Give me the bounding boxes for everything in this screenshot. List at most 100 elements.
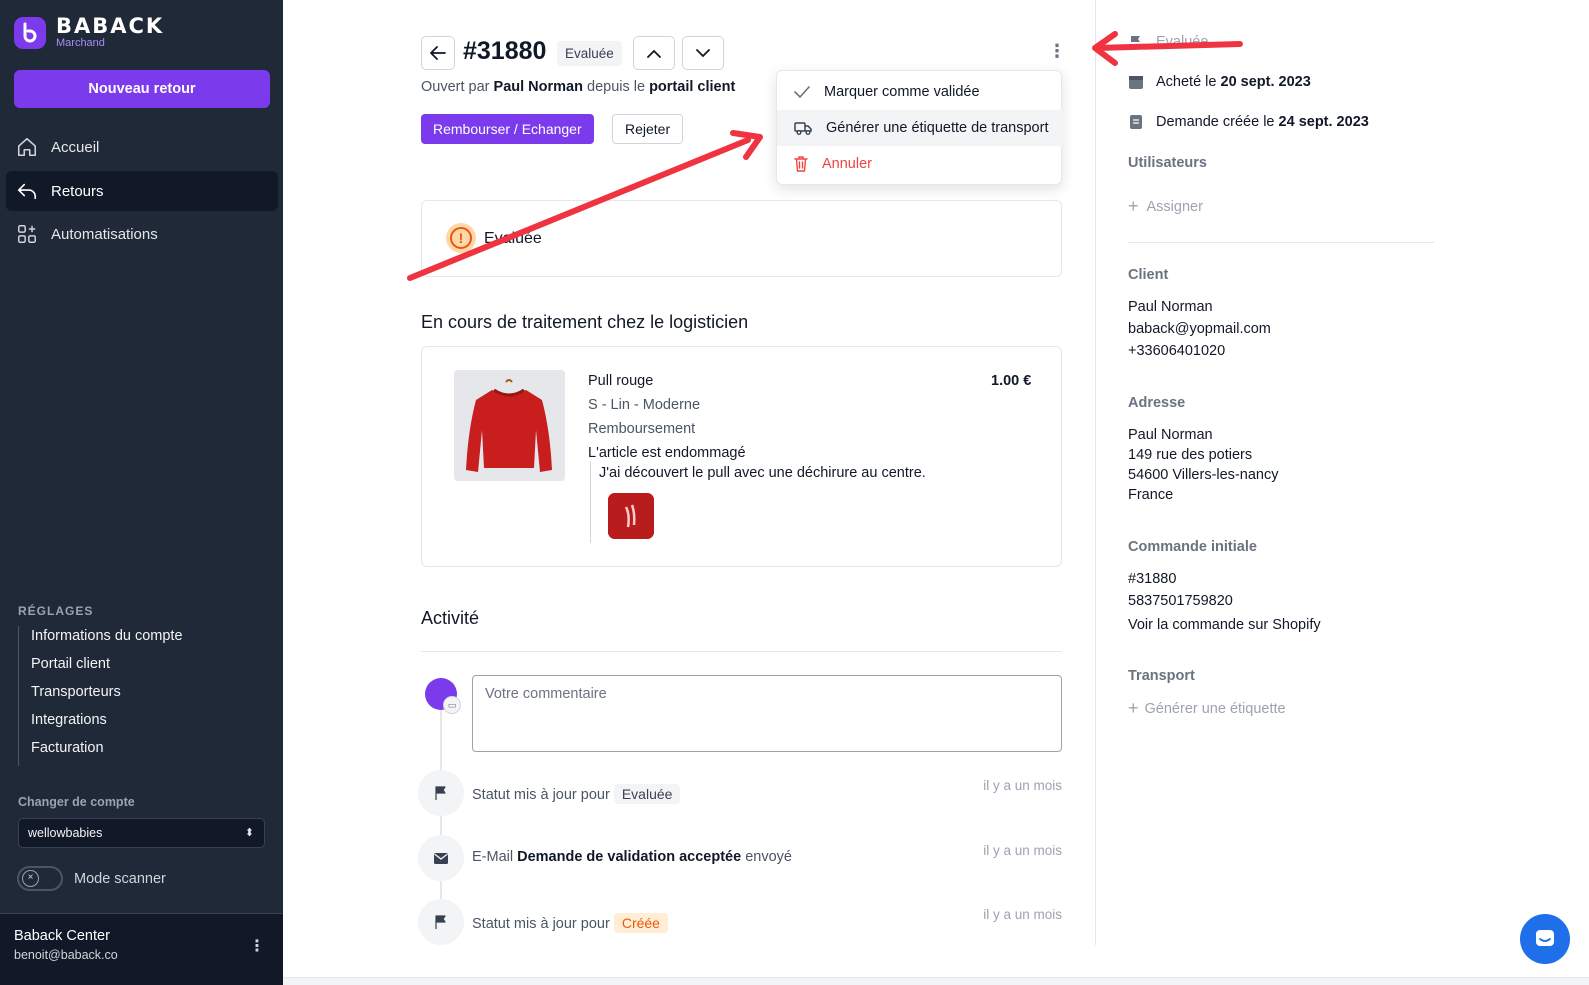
next-order-button[interactable] [682, 36, 724, 70]
menu-item-label: Générer une étiquette de transport [826, 120, 1049, 136]
brand-logo[interactable]: BABACK Marchand [14, 16, 164, 49]
item-comment-text: J'ai découvert le pull avec une déchirur… [599, 465, 926, 481]
account-select-value: wellowbabies [28, 826, 103, 840]
user-name: Baback Center [14, 928, 110, 944]
item-variant: S - Lin - Moderne [588, 397, 701, 413]
rp-created-prefix: Demande créée le [1156, 114, 1275, 130]
opened-source: portail client [649, 79, 736, 95]
order-heading: Commande initiale [1128, 539, 1257, 555]
chat-support-button[interactable] [1520, 914, 1570, 964]
settings-item-billing[interactable]: Facturation [19, 738, 183, 766]
item-reason: L'article est endommagé [588, 445, 746, 461]
event-time: il y a un mois [983, 907, 1062, 922]
kebab-menu-icon[interactable]: ⋮ [249, 936, 265, 956]
menu-item-label: Marquer comme validée [824, 84, 980, 100]
damage-photo-image [608, 493, 654, 539]
return-item-card: Pull rouge 1.00 € S - Lin - Moderne Remb… [421, 346, 1062, 567]
sweater-image [454, 370, 565, 481]
order-number: #31880 [1128, 571, 1177, 587]
comment-input[interactable] [472, 675, 1062, 752]
brand-name: BABACK [56, 14, 165, 38]
rp-purchased-row: Acheté le 20 sept. 2023 [1128, 74, 1311, 90]
status-card: ! Evaluée [421, 200, 1062, 277]
refund-exchange-button[interactable]: Rembourser / Echanger [421, 114, 594, 144]
nav-item-automatisations[interactable]: Automatisations [6, 214, 278, 254]
address-name: Paul Norman [1128, 427, 1213, 443]
opened-middle: depuis le [587, 79, 646, 95]
client-name: Paul Norman [1128, 299, 1213, 315]
return-arrow-icon [17, 183, 37, 200]
client-phone[interactable]: +33606401020 [1128, 343, 1225, 359]
previous-order-button[interactable] [633, 36, 675, 70]
item-comment: J'ai découvert le pull avec une déchirur… [590, 461, 1030, 543]
nav-item-retours[interactable]: Retours [6, 171, 278, 211]
check-icon [794, 86, 810, 98]
item-image[interactable] [454, 370, 565, 481]
new-return-button[interactable]: Nouveau retour [14, 70, 270, 108]
rp-purchased-date: 20 sept. 2023 [1220, 74, 1311, 90]
order-title: #31880 [463, 37, 547, 65]
menu-item-generate-label[interactable]: Générer une étiquette de transport [777, 110, 1063, 146]
rp-purchased-prefix: Acheté le [1156, 74, 1217, 90]
event-text: E-Mail Demande de validation acceptée en… [472, 849, 792, 865]
menu-item-mark-validated[interactable]: Marquer comme validée [777, 74, 1063, 110]
account-select[interactable]: wellowbabies ⬍ [18, 818, 265, 848]
trash-icon [794, 156, 808, 172]
brand-subtitle: Marchand [56, 37, 105, 49]
settings-item-integrations[interactable]: Integrations [19, 710, 183, 738]
event-time: il y a un mois [983, 843, 1062, 858]
settings-item-account[interactable]: Informations du compte [19, 626, 183, 654]
calendar-icon [1129, 76, 1143, 89]
event-text: Statut mis à jour pour Evaluée [472, 784, 681, 804]
reject-button[interactable]: Rejeter [612, 114, 684, 144]
more-options-icon[interactable]: ⋮ [1048, 42, 1066, 62]
plus-icon: + [1128, 196, 1139, 216]
plus-icon: + [1128, 698, 1139, 718]
scanner-toggle[interactable]: × [17, 866, 63, 891]
right-panel-separator [1128, 242, 1434, 243]
damage-photo-thumbnail[interactable] [608, 493, 654, 539]
order-id: 5837501759820 [1128, 593, 1233, 609]
address-line2: 54600 Villers-les-nancy [1128, 467, 1279, 483]
chevron-down-icon [696, 48, 710, 57]
nav-item-accueil[interactable]: Accueil [6, 127, 278, 167]
sidebar: BABACK Marchand Nouveau retour Accueil R… [0, 0, 283, 985]
flag-icon [1131, 36, 1140, 49]
actions-dropdown-menu: Marquer comme validée Générer une étique… [776, 70, 1063, 185]
shopify-order-link[interactable]: Voir la commande sur Shopify [1128, 617, 1321, 633]
home-icon [17, 137, 37, 157]
item-return-type: Remboursement [588, 421, 696, 437]
flag-icon [418, 899, 464, 945]
event-email-name: Demande de validation acceptée [517, 849, 742, 865]
activity-event: E-Mail Demande de validation acceptée en… [418, 835, 1062, 881]
transport-heading: Transport [1128, 668, 1195, 684]
user-email: benoit@baback.co [14, 948, 118, 962]
menu-item-cancel[interactable]: Annuler [777, 146, 1063, 182]
nav-label: Retours [51, 182, 104, 200]
settings-item-portal[interactable]: Portail client [19, 654, 183, 682]
settings-list: Informations du compte Portail client Tr… [18, 626, 183, 766]
assign-button[interactable]: + Assigner [1128, 196, 1203, 217]
event-prefix: Statut mis à jour pour [472, 916, 610, 932]
back-button[interactable] [421, 36, 455, 70]
generate-label-text: Générer une étiquette [1144, 700, 1286, 717]
mail-icon [418, 835, 464, 881]
items-section-title: En cours de traitement chez le logistici… [421, 312, 749, 332]
item-name: Pull rouge [588, 373, 654, 389]
settings-item-carriers[interactable]: Transporteurs [19, 682, 183, 710]
opened-by-name: Paul Norman [493, 79, 583, 95]
activity-event: Statut mis à jour pour Evaluée il y a un … [418, 770, 1062, 816]
address-country: France [1128, 487, 1174, 503]
activity-event: Statut mis à jour pour Créée il y a un mo… [418, 899, 1062, 945]
scanner-label: Mode scanner [74, 871, 166, 887]
chat-bubble-icon: ▭ [443, 696, 461, 714]
item-price: 1.00 € [991, 373, 1032, 389]
event-time: il y a un mois [983, 778, 1062, 793]
user-footer: Baback Center benoit@baback.co ⋮ [0, 913, 283, 985]
client-email[interactable]: baback@yopmail.com [1128, 321, 1271, 337]
nav-label: Accueil [51, 138, 100, 156]
chevron-up-down-icon: ⬍ [244, 827, 254, 839]
arrow-left-icon [430, 46, 446, 60]
brand-mark-icon [14, 16, 46, 49]
generate-label-button[interactable]: + Générer une étiquette [1128, 698, 1286, 719]
